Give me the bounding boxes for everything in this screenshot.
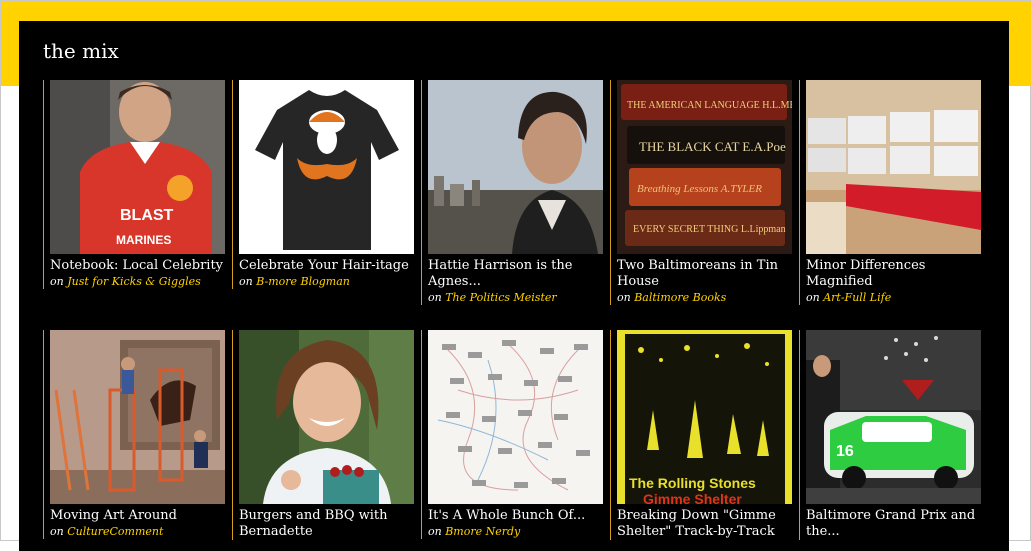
card-byline: on Art-Full Life <box>806 291 892 304</box>
card-title-link[interactable]: Minor Differences Magnified <box>806 258 982 290</box>
source-blog-link[interactable]: Baltimore Books <box>634 291 726 304</box>
mix-card: It's A Whole Bunch Of... on Bmore Nerdy <box>421 330 604 539</box>
svg-text:16: 16 <box>836 443 854 460</box>
source-blog-link[interactable]: B-more Blogman <box>256 275 350 288</box>
mix-card: BLAST MARINES Notebook: Local Celebrity … <box>43 80 226 289</box>
mix-card: Minor Differences Magnified on Art-Full … <box>799 80 982 305</box>
svg-text:THE BLACK CAT E.A.Poe: THE BLACK CAT E.A.Poe <box>639 139 786 154</box>
svg-text:BLAST: BLAST <box>120 207 174 224</box>
card-thumbnail[interactable] <box>239 80 414 254</box>
mix-card: Moving Art Around on CultureComment <box>43 330 226 539</box>
card-byline: on Just for Kicks & Giggles <box>50 275 201 288</box>
section-title: the mix <box>43 39 119 63</box>
svg-text:EVERY SECRET THING L.Lippman: EVERY SECRET THING L.Lippman <box>633 224 786 235</box>
card-title-link[interactable]: Breaking Down "Gimme Shelter" Track-by-T… <box>617 508 793 540</box>
mix-card: Celebrate Your Hair-itage on B-more Blog… <box>232 80 415 289</box>
card-title-link[interactable]: Notebook: Local Celebrity <box>50 258 226 274</box>
card-thumbnail[interactable] <box>239 330 414 504</box>
card-byline: on The Politics Meister <box>428 291 557 304</box>
source-blog-link[interactable]: Just for Kicks & Giggles <box>67 275 201 288</box>
card-byline: on Bmore Nerdy <box>428 525 521 538</box>
card-title-link[interactable]: Hattie Harrison is the Agnes... <box>428 258 604 290</box>
card-title-link[interactable]: Two Baltimoreans in Tin House <box>617 258 793 290</box>
card-thumbnail[interactable] <box>806 80 981 254</box>
card-byline: on Baltimore Books <box>617 291 727 304</box>
source-blog-link[interactable]: Bmore Nerdy <box>445 525 520 538</box>
card-thumbnail[interactable]: 16 <box>806 330 981 504</box>
card-thumbnail[interactable] <box>50 330 225 504</box>
card-thumbnail[interactable]: The Rolling Stones Gimme Shelter <box>617 330 792 504</box>
mix-card: 16 Baltimore Grand Prix and the... <box>799 330 982 540</box>
mix-card: Hattie Harrison is the Agnes... on The P… <box>421 80 604 305</box>
card-thumbnail[interactable]: THE AMERICAN LANGUAGE H.L.MENCKEN THE BL… <box>617 80 792 254</box>
card-title-link[interactable]: Burgers and BBQ with Bernadette <box>239 508 415 540</box>
svg-text:Breathing Lessons A.TYLER: Breathing Lessons A.TYLER <box>637 183 762 195</box>
card-byline: on CultureComment <box>50 525 164 538</box>
source-blog-link[interactable]: Art-Full Life <box>823 291 891 304</box>
the-mix-panel: the mix BLAST MARINES Notebook: Local Ce… <box>19 21 1009 551</box>
card-title-link[interactable]: Celebrate Your Hair-itage <box>239 258 415 274</box>
card-thumbnail[interactable]: BLAST MARINES <box>50 80 225 254</box>
card-title-link[interactable]: Moving Art Around <box>50 508 226 524</box>
card-thumbnail[interactable] <box>428 80 603 254</box>
card-title-link[interactable]: It's A Whole Bunch Of... <box>428 508 604 524</box>
card-thumbnail[interactable] <box>428 330 603 504</box>
source-blog-link[interactable]: The Politics Meister <box>445 291 556 304</box>
svg-text:THE AMERICAN LANGUAGE H.L.MEN: THE AMERICAN LANGUAGE H.L.MENCKEN <box>627 100 792 111</box>
source-blog-link[interactable]: CultureComment <box>67 525 163 538</box>
svg-text:The Rolling Stones: The Rolling Stones <box>629 475 756 491</box>
page-frame: the mix BLAST MARINES Notebook: Local Ce… <box>0 0 1031 551</box>
card-byline: on B-more Blogman <box>239 275 350 288</box>
mix-card: The Rolling Stones Gimme Shelter Breakin… <box>610 330 793 540</box>
svg-text:MARINES: MARINES <box>116 233 171 247</box>
mix-card: Burgers and BBQ with Bernadette <box>232 330 415 540</box>
svg-text:Gimme Shelter: Gimme Shelter <box>643 491 742 504</box>
card-title-link[interactable]: Baltimore Grand Prix and the... <box>806 508 982 540</box>
mix-card: THE AMERICAN LANGUAGE H.L.MENCKEN THE BL… <box>610 80 793 305</box>
